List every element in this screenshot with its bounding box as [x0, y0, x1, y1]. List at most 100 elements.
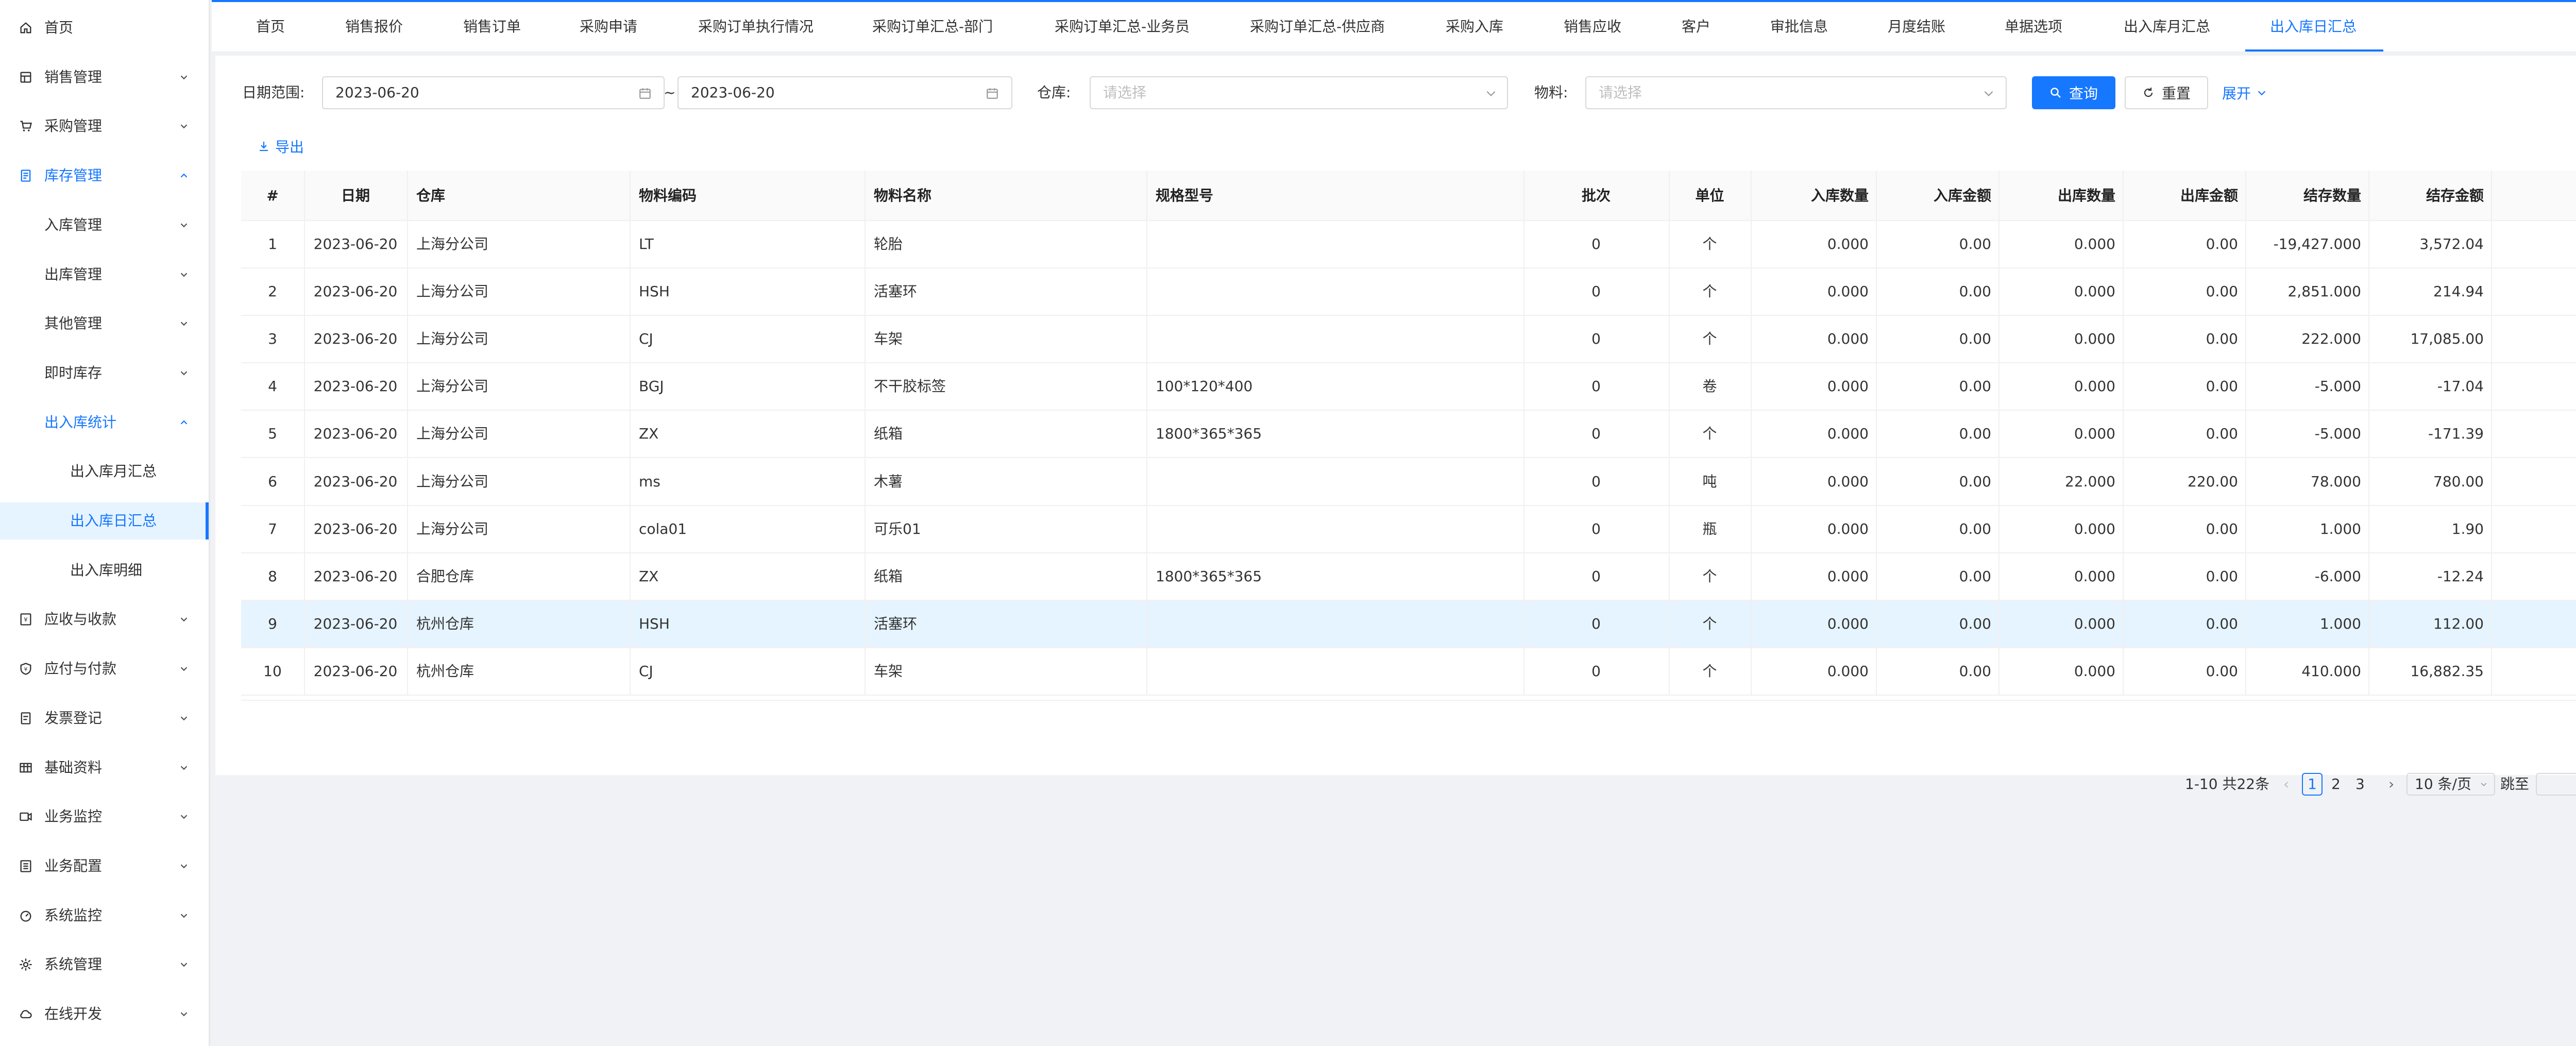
sidebar-item-stock-out[interactable]: 出库管理: [0, 256, 209, 293]
column-divider[interactable]: [1751, 171, 1752, 221]
export-link[interactable]: 导出: [258, 136, 304, 157]
column-divider[interactable]: [1876, 171, 1877, 221]
table-row[interactable]: 6 2023-06-20 上海分公司 ms 木薯 0 吨 0.000 0.00 22.000 220…: [241, 459, 2576, 506]
sidebar-item-inout-monthly[interactable]: 出入库月汇总: [0, 453, 209, 490]
cell-divider: [2491, 411, 2492, 458]
sidebar-item-stock-in[interactable]: 入库管理: [0, 207, 209, 244]
tab-sales-order[interactable]: 销售订单: [463, 2, 521, 52]
tab-month-close[interactable]: 月度结账: [1888, 2, 1945, 52]
table-row[interactable]: 4 2023-06-20 上海分公司 BGJ 不干胶标签 100*120*400 0 卷 0.0…: [241, 363, 2576, 411]
dashboard-icon: [20, 910, 31, 922]
tab-sales-receivable[interactable]: 销售应收: [1564, 2, 1621, 52]
inventory-icon: [21, 170, 31, 182]
cell-warehouse: 杭州仓库: [416, 615, 474, 632]
table-row[interactable]: 10 2023-06-20 杭州仓库 CJ 车架 0 个 0.000 0.00 0.000 0.00…: [241, 648, 2576, 696]
sidebar-item-other[interactable]: 其他管理: [0, 305, 209, 342]
tab-inout-daily[interactable]: 出入库日汇总: [2245, 2, 2384, 52]
cell-out-qty: 0.000: [2074, 330, 2115, 347]
chevron-down-icon: [180, 667, 188, 671]
chevron-down-icon: [180, 716, 188, 721]
sidebar-item-inout-stats[interactable]: 出入库统计: [0, 404, 209, 441]
sidebar-item-sys-admin[interactable]: 系统管理: [0, 946, 209, 983]
prev-page-button[interactable]: ‹: [2283, 773, 2289, 796]
column-divider[interactable]: [2368, 171, 2369, 221]
cell-balance-amount: 16,882.35: [2410, 663, 2484, 680]
cell-warehouse: 上海分公司: [416, 283, 489, 300]
sidebar-item-inout-detail[interactable]: 出入库明细: [0, 552, 209, 589]
material-select[interactable]: 请选择: [1585, 76, 2007, 109]
table-row[interactable]: 1 2023-06-20 上海分公司 LT 轮胎 0 个 0.000 0.00 0.000 0.00…: [241, 221, 2576, 268]
table-row[interactable]: 7 2023-06-20 上海分公司 cola01 可乐01 0 瓶 0.000 0.00 0.0…: [241, 506, 2576, 553]
column-divider[interactable]: [2123, 171, 2124, 221]
cell-divider: [304, 553, 305, 601]
tab-po-execution[interactable]: 采购订单执行情况: [698, 2, 814, 52]
tab-po-summary-supplier[interactable]: 采购订单汇总-供应商: [1250, 2, 1385, 52]
sidebar-item-biz-config[interactable]: 业务配置: [0, 848, 209, 885]
column-divider[interactable]: [630, 171, 631, 221]
reset-button[interactable]: 重置: [2125, 76, 2208, 109]
sidebar-item-biz-monitor[interactable]: 业务监控: [0, 798, 209, 835]
tab-po-summary-salesman[interactable]: 采购订单汇总-业务员: [1055, 2, 1190, 52]
cell-in-qty: 0.000: [1827, 663, 1869, 680]
cell-divider: [865, 506, 866, 553]
sidebar-item-home[interactable]: 首页: [0, 9, 209, 46]
column-divider[interactable]: [304, 171, 305, 221]
expand-link[interactable]: 展开: [2222, 82, 2267, 103]
page-3-button[interactable]: 3: [2355, 773, 2365, 796]
date-from-input[interactable]: 2023-06-20: [322, 76, 665, 109]
sidebar-item-sys-monitor[interactable]: 系统监控: [0, 897, 209, 934]
tab-po-summary-dept[interactable]: 采购订单汇总-部门: [872, 2, 993, 52]
cell-divider: [2123, 316, 2124, 363]
tab-sales-quote[interactable]: 销售报价: [345, 2, 403, 52]
tab-purchase-request[interactable]: 采购申请: [580, 2, 637, 52]
cell-out-amount: 0.00: [2206, 520, 2238, 537]
sidebar-item-online-dev[interactable]: 在线开发: [0, 996, 209, 1033]
sidebar-item-purchase[interactable]: 采购管理: [0, 108, 209, 145]
page-size-select[interactable]: 10 条/页: [2406, 773, 2495, 796]
column-divider[interactable]: [2245, 171, 2246, 221]
column-divider[interactable]: [2491, 171, 2492, 221]
table-row[interactable]: 9 2023-06-20 杭州仓库 HSH 活塞环 0 个 0.000 0.00 0.000 0.0…: [241, 601, 2576, 648]
sidebar-item-inventory[interactable]: 库存管理: [0, 157, 209, 194]
table-row[interactable]: 3 2023-06-20 上海分公司 CJ 车架 0 个 0.000 0.00 0.000 0.00…: [241, 316, 2576, 363]
column-divider[interactable]: [865, 171, 866, 221]
table-row[interactable]: 8 2023-06-20 合肥仓库 ZX 纸箱 1800*365*365 0 个 0.000 0.…: [241, 553, 2576, 601]
chevron-down-icon: [180, 273, 188, 277]
table-row[interactable]: 2 2023-06-20 上海分公司 HSH 活塞环 0 个 0.000 0.00 0.000 0.…: [241, 268, 2576, 316]
cell-divider: [2245, 459, 2246, 506]
sidebar-item-receivable[interactable]: ¥ 应收与收款: [0, 601, 209, 638]
sidebar-item-realtime-stock[interactable]: 即时库存: [0, 355, 209, 392]
table-row[interactable]: 5 2023-06-20 上海分公司 ZX 纸箱 1800*365*365 0 个 0.000 0…: [241, 411, 2576, 458]
search-button[interactable]: 查询: [2032, 76, 2115, 109]
tab-purchase-inbound[interactable]: 采购入库: [1446, 2, 1503, 52]
column-divider[interactable]: [1669, 171, 1670, 221]
page-1-button[interactable]: 1: [2302, 773, 2323, 796]
warehouse-select[interactable]: 请选择: [1090, 76, 1508, 109]
column-divider[interactable]: [1523, 171, 1524, 221]
cell-divider: [1998, 553, 1999, 601]
cell-index: 2: [268, 283, 277, 300]
cell-out-amount: 0.00: [2206, 330, 2238, 347]
cell-divider: [1523, 553, 1524, 601]
tab-doc-options[interactable]: 单据选项: [2005, 2, 2062, 52]
sidebar-item-payable[interactable]: ¥ 应付与付款: [0, 650, 209, 687]
page-2-button[interactable]: 2: [2331, 773, 2341, 796]
column-divider[interactable]: [1146, 171, 1147, 221]
tab-approval[interactable]: 审批信息: [1770, 2, 1828, 52]
tab-inout-monthly[interactable]: 出入库月汇总: [2124, 2, 2210, 52]
sidebar-item-sales[interactable]: 销售管理: [0, 59, 209, 96]
date-to-input[interactable]: 2023-06-20: [677, 76, 1012, 109]
column-divider[interactable]: [1998, 171, 1999, 221]
material-label: 物料:: [1534, 84, 1568, 101]
sidebar-item-inout-daily[interactable]: 出入库日汇总: [0, 502, 209, 539]
column-divider[interactable]: [407, 171, 408, 221]
cell-divider: [2368, 411, 2369, 458]
tab-customer[interactable]: 客户: [1682, 2, 1710, 52]
tab-home[interactable]: 首页: [256, 2, 285, 52]
cell-date: 2023-06-20: [313, 520, 398, 537]
sidebar-item-invoice[interactable]: 发票登记: [0, 700, 209, 737]
column-header-spec: 规格型号: [1156, 187, 1214, 204]
sidebar-item-basic-data[interactable]: 基础资料: [0, 749, 209, 786]
jump-input[interactable]: [2536, 773, 2576, 796]
next-page-button[interactable]: ›: [2388, 773, 2394, 796]
